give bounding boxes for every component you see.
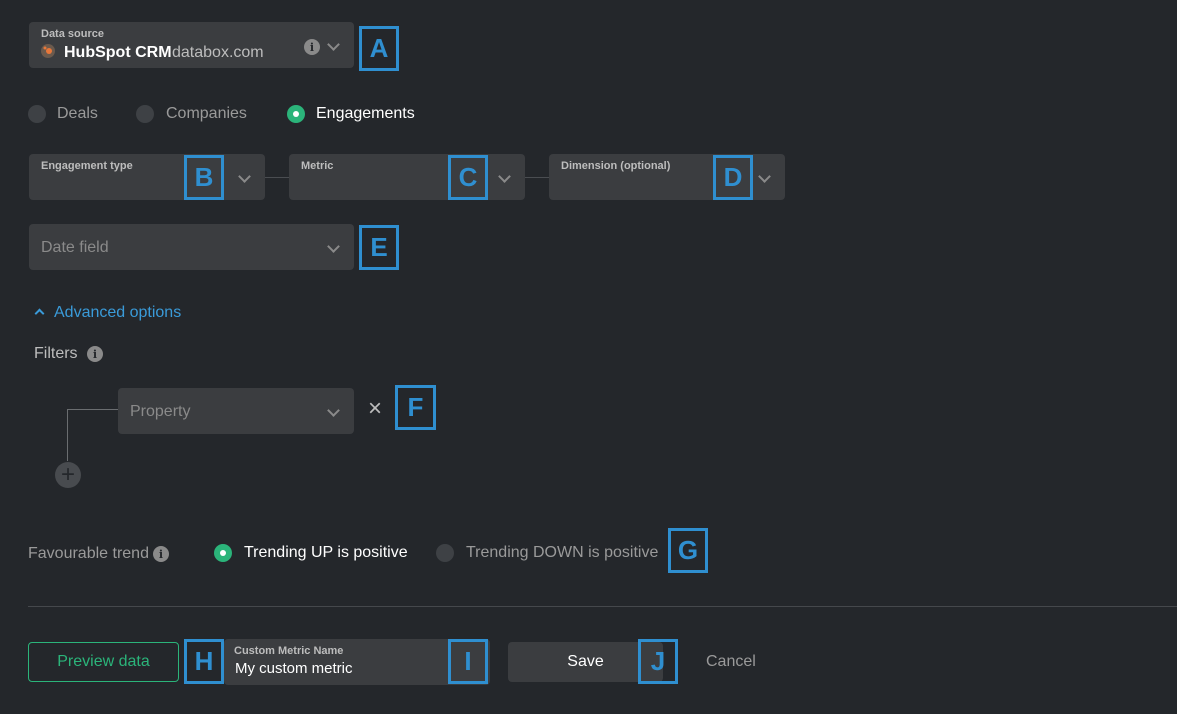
radio-trending-down[interactable] <box>436 544 454 562</box>
radio-trending-up[interactable] <box>214 544 232 562</box>
hubspot-icon <box>41 44 55 58</box>
info-icon[interactable]: i <box>304 39 320 55</box>
chevron-down-icon <box>327 404 340 417</box>
chevron-down-icon <box>327 38 340 51</box>
info-icon[interactable]: i <box>87 346 103 362</box>
info-icon[interactable]: i <box>153 546 169 562</box>
engagement-type-label: Engagement type <box>41 160 133 172</box>
radio-companies[interactable] <box>136 105 154 123</box>
marker-a: A <box>359 26 399 71</box>
marker-g: G <box>668 528 708 573</box>
data-source-name: HubSpot CRM <box>64 44 172 61</box>
engagement-type-select[interactable]: Engagement type <box>29 154 265 200</box>
chevron-down-icon <box>327 240 340 253</box>
preview-data-label: Preview data <box>57 653 150 670</box>
marker-j: J <box>638 639 678 684</box>
property-select[interactable]: Property <box>118 388 354 434</box>
radio-deals-label[interactable]: Deals <box>57 105 98 123</box>
cancel-button[interactable]: Cancel <box>706 653 756 671</box>
chevron-up-icon <box>34 308 45 319</box>
data-source-domain: databox.com <box>172 44 264 61</box>
marker-c: C <box>448 155 488 200</box>
close-icon[interactable]: × <box>368 395 382 423</box>
radio-trending-down-label[interactable]: Trending DOWN is positive <box>466 544 658 562</box>
advanced-options-label: Advanced options <box>54 304 182 321</box>
filter-tree-line <box>67 409 68 461</box>
connector-line <box>265 177 289 178</box>
filters-label: Filters <box>34 345 78 362</box>
radio-companies-label[interactable]: Companies <box>166 105 247 123</box>
radio-deals[interactable] <box>28 105 46 123</box>
data-source-select[interactable]: Data source HubSpot CRM databox.com i <box>29 22 354 68</box>
filter-tree-line <box>67 409 118 410</box>
trend-label: Favourable trend <box>28 545 149 562</box>
marker-f: F <box>395 385 436 430</box>
save-label: Save <box>567 653 604 670</box>
marker-i: I <box>448 639 488 684</box>
marker-d: D <box>713 155 753 200</box>
marker-b: B <box>184 155 224 200</box>
chevron-down-icon <box>238 170 251 183</box>
date-field-placeholder: Date field <box>41 239 109 256</box>
radio-engagements[interactable] <box>287 105 305 123</box>
property-placeholder: Property <box>130 403 191 420</box>
radio-trending-up-label[interactable]: Trending UP is positive <box>244 544 408 562</box>
marker-e: E <box>359 225 399 270</box>
chevron-down-icon <box>758 170 771 183</box>
marker-h: H <box>184 639 224 684</box>
custom-metric-name-value: My custom metric <box>235 660 353 677</box>
metric-label: Metric <box>301 160 334 172</box>
plus-icon: + <box>60 461 75 488</box>
radio-engagements-label[interactable]: Engagements <box>316 105 415 123</box>
date-field-select[interactable]: Date field <box>29 224 354 270</box>
chevron-down-icon <box>498 170 511 183</box>
divider <box>28 606 1177 607</box>
custom-metric-name-label: Custom Metric Name <box>234 645 344 657</box>
data-source-label: Data source <box>41 28 104 40</box>
add-filter-button[interactable]: + <box>55 462 81 488</box>
connector-line <box>525 177 549 178</box>
preview-data-button[interactable]: Preview data <box>28 642 179 682</box>
metric-select[interactable]: Metric <box>289 154 525 200</box>
dimension-label: Dimension (optional) <box>561 160 671 172</box>
